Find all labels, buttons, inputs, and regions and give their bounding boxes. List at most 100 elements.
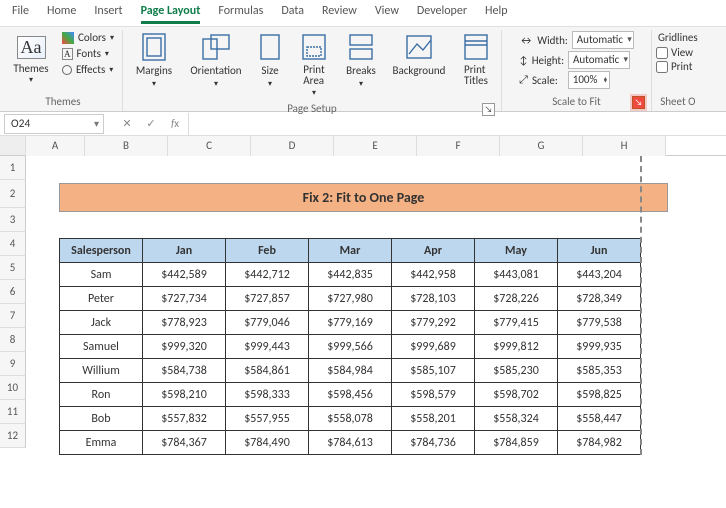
menu-view[interactable]: View — [375, 4, 399, 24]
cell-salesperson[interactable]: Sam — [60, 263, 143, 287]
name-box[interactable]: O24 — [4, 114, 104, 134]
cell-value[interactable]: $727,857 — [226, 287, 309, 311]
row-header[interactable]: 6 — [0, 280, 26, 304]
cell-value[interactable]: $584,861 — [226, 359, 309, 383]
menu-page-layout[interactable]: Page Layout — [141, 4, 201, 24]
cell-value[interactable]: $784,736 — [392, 431, 475, 455]
cell-value[interactable]: $779,169 — [309, 311, 392, 335]
row-headers[interactable]: 123456789101112 — [0, 156, 26, 455]
col-header[interactable]: C — [168, 136, 251, 156]
cell-value[interactable]: $558,201 — [392, 407, 475, 431]
cell-value[interactable]: $442,589 — [143, 263, 226, 287]
row-header[interactable]: 12 — [0, 424, 26, 448]
printarea-button[interactable]: Print Area▾ — [293, 30, 335, 100]
gridlines-view-check[interactable]: View — [656, 46, 700, 59]
cell-value[interactable]: $999,320 — [143, 335, 226, 359]
col-header[interactable]: G — [500, 136, 583, 156]
table-header[interactable]: Salesperson — [60, 239, 143, 263]
colors-button[interactable]: Colors ▾ — [58, 30, 118, 45]
row-header[interactable]: 10 — [0, 376, 26, 400]
cell-salesperson[interactable]: Bob — [60, 407, 143, 431]
cell-value[interactable]: $557,955 — [226, 407, 309, 431]
cell-salesperson[interactable]: Ron — [60, 383, 143, 407]
title-cell[interactable]: Fix 2: Fit to One Page — [59, 183, 668, 212]
col-header[interactable]: H — [583, 136, 666, 156]
cell-value[interactable]: $443,204 — [558, 263, 641, 287]
cell-value[interactable]: $728,349 — [558, 287, 641, 311]
cell-value[interactable]: $784,490 — [226, 431, 309, 455]
menu-home[interactable]: Home — [47, 4, 76, 24]
row-header[interactable]: 11 — [0, 400, 26, 424]
menu-review[interactable]: Review — [322, 4, 357, 24]
menu-formulas[interactable]: Formulas — [218, 4, 263, 24]
cell-value[interactable]: $999,689 — [392, 335, 475, 359]
cell-value[interactable]: $584,738 — [143, 359, 226, 383]
row-header[interactable]: 4 — [0, 232, 26, 256]
row-header[interactable]: 1 — [0, 156, 26, 180]
cell-value[interactable]: $784,613 — [309, 431, 392, 455]
cell-salesperson[interactable]: Willium — [60, 359, 143, 383]
cell-value[interactable]: $443,081 — [475, 263, 558, 287]
cell-value[interactable]: $584,984 — [309, 359, 392, 383]
pagesetup-launcher[interactable]: ↘ — [482, 103, 495, 116]
row-header[interactable]: 7 — [0, 304, 26, 328]
cell-value[interactable]: $598,210 — [143, 383, 226, 407]
cell-value[interactable]: $598,825 — [558, 383, 641, 407]
cell-salesperson[interactable]: Jack — [60, 311, 143, 335]
cell-value[interactable]: $999,566 — [309, 335, 392, 359]
scale-percent-input[interactable]: 100% — [568, 71, 610, 89]
cell-value[interactable]: $585,353 — [558, 359, 641, 383]
table-header[interactable]: Jun — [558, 239, 641, 263]
effects-button[interactable]: Effects ▾ — [58, 62, 118, 77]
background-button[interactable]: Background — [387, 30, 451, 79]
row-header[interactable]: 3 — [0, 208, 26, 232]
cell-value[interactable]: $585,230 — [475, 359, 558, 383]
cell-value[interactable]: $779,046 — [226, 311, 309, 335]
cell-value[interactable]: $598,702 — [475, 383, 558, 407]
cell-value[interactable]: $442,712 — [226, 263, 309, 287]
cell-value[interactable]: $999,443 — [226, 335, 309, 359]
cell-value[interactable]: $557,832 — [143, 407, 226, 431]
cell-value[interactable]: $784,859 — [475, 431, 558, 455]
cell-value[interactable]: $779,415 — [475, 311, 558, 335]
table-header[interactable]: Jan — [143, 239, 226, 263]
cell-value[interactable]: $999,812 — [475, 335, 558, 359]
cell-value[interactable]: $728,103 — [392, 287, 475, 311]
row-header[interactable]: 9 — [0, 352, 26, 376]
column-headers[interactable]: ABCDEFGH — [0, 136, 726, 156]
fonts-button[interactable]: AFonts ▾ — [58, 46, 118, 61]
scale-launcher[interactable]: ↘ — [632, 96, 645, 109]
breaks-button[interactable]: Breaks▾ — [339, 30, 383, 91]
data-table[interactable]: SalespersonJanFebMarAprMayJun Sam$442,58… — [59, 238, 641, 455]
orientation-button[interactable]: Orientation▾ — [185, 30, 247, 91]
menu-file[interactable]: File — [12, 4, 29, 24]
cell-value[interactable]: $558,447 — [558, 407, 641, 431]
cell-value[interactable]: $442,958 — [392, 263, 475, 287]
cell-value[interactable]: $778,923 — [143, 311, 226, 335]
gridlines-print-check[interactable]: Print — [656, 60, 700, 73]
cell-value[interactable]: $558,324 — [475, 407, 558, 431]
sheet-area[interactable]: Fix 2: Fit to One Page SalespersonJanFeb… — [26, 156, 726, 455]
menu-help[interactable]: Help — [485, 4, 508, 24]
table-header[interactable]: Apr — [392, 239, 475, 263]
menu-developer[interactable]: Developer — [417, 4, 467, 24]
col-header[interactable]: F — [417, 136, 500, 156]
table-header[interactable]: Feb — [226, 239, 309, 263]
cell-salesperson[interactable]: Samuel — [60, 335, 143, 359]
cell-value[interactable]: $727,734 — [143, 287, 226, 311]
cell-value[interactable]: $779,538 — [558, 311, 641, 335]
cell-value[interactable]: $558,078 — [309, 407, 392, 431]
col-header[interactable]: D — [251, 136, 334, 156]
row-header[interactable]: 5 — [0, 256, 26, 280]
cell-value[interactable]: $784,367 — [143, 431, 226, 455]
cell-value[interactable]: $598,579 — [392, 383, 475, 407]
scale-height-select[interactable]: Automatic — [568, 51, 630, 69]
cell-value[interactable]: $598,333 — [226, 383, 309, 407]
row-header[interactable]: 2 — [0, 180, 26, 208]
col-header[interactable]: A — [26, 136, 85, 156]
cell-value[interactable]: $585,107 — [392, 359, 475, 383]
cell-salesperson[interactable]: Peter — [60, 287, 143, 311]
cell-value[interactable]: $598,456 — [309, 383, 392, 407]
margins-button[interactable]: Margins▾ — [127, 30, 181, 91]
cell-value[interactable]: $779,292 — [392, 311, 475, 335]
